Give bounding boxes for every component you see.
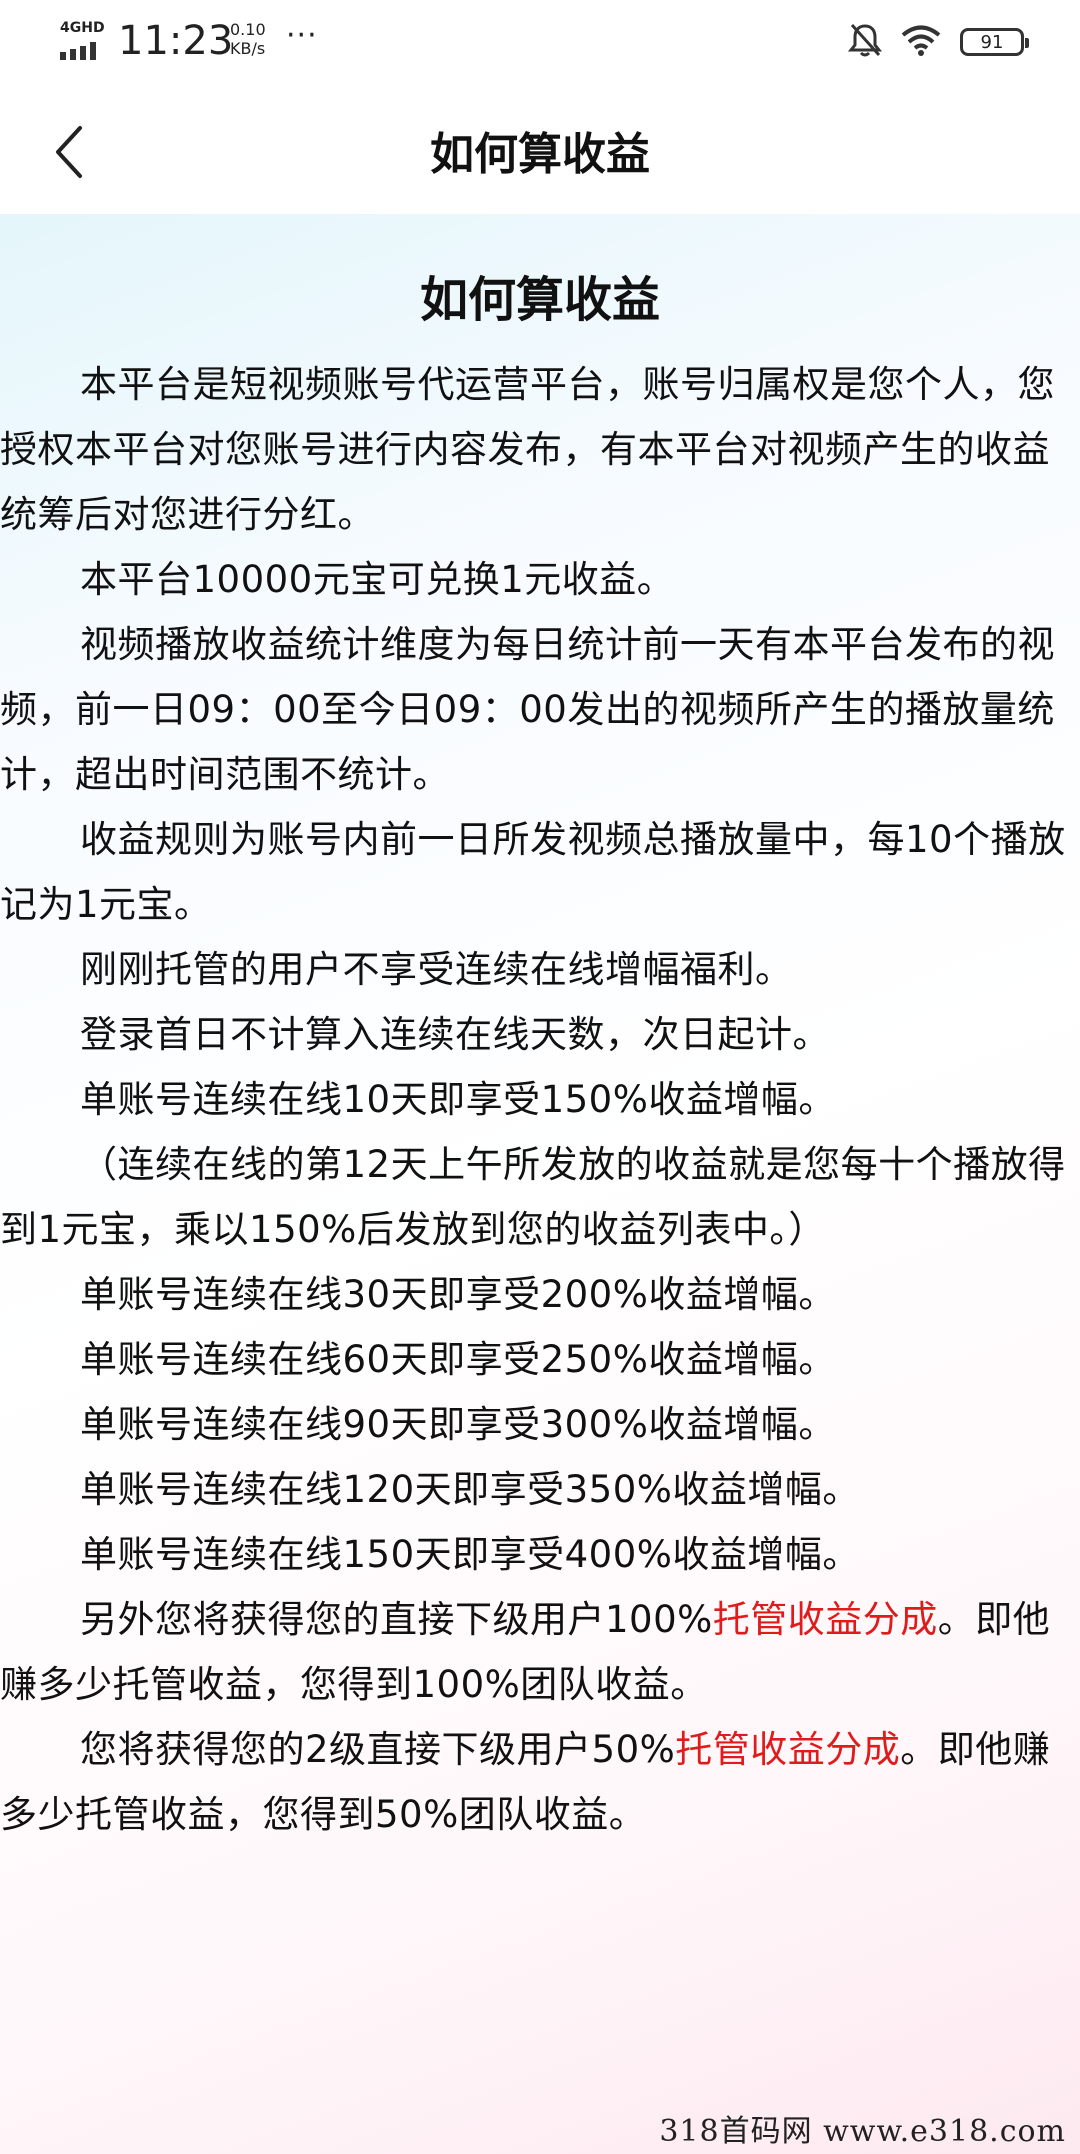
signal-icon: 4GHD [60,20,106,60]
mute-bell-icon [847,22,883,62]
paragraph: 单账号连续在线30天即享受200%收益增幅。 [80,1273,836,1316]
highlight-text: 托管收益分成 [712,1598,938,1641]
paragraph: 本平台是短视频账号代运营平台，账号归属权是您个人，您授权本平台对您账号进行内容发… [0,363,1055,536]
paragraph: （连续在线的第12天上午所发放的收益就是您每十个播放得到1元宝，乘以150%后发… [0,1143,1066,1251]
article-content[interactable]: 如何算收益 本平台是短视频账号代运营平台，账号归属权是您个人，您授权本平台对您账… [0,214,1080,2154]
paragraph: 本平台10000元宝可兑换1元收益。 [80,558,675,601]
paragraph: 单账号连续在线90天即享受300%收益增幅。 [80,1403,836,1446]
paragraph: 单账号连续在线60天即享受250%收益增幅。 [80,1338,836,1381]
paragraph: 单账号连续在线10天即享受150%收益增幅。 [80,1078,836,1121]
more-notifications-icon: ··· [286,18,318,53]
wifi-icon [900,24,942,60]
network-type: 4GHD [60,20,105,36]
battery-icon: 91 [960,28,1029,56]
status-bar: 4GHD 11:23 0.10 KB/s ··· 91 [0,0,1080,90]
network-speed: 0.10 KB/s [230,20,280,58]
paragraph: 视频播放收益统计维度为每日统计前一天有本平台发布的视频，前一日09：00至今日0… [0,623,1055,796]
paragraph: 单账号连续在线120天即享受350%收益增幅。 [80,1468,860,1511]
highlight-text: 托管收益分成 [675,1728,901,1771]
network-speed-unit: KB/s [230,39,266,58]
paragraph: 单账号连续在线150天即享受400%收益增幅。 [80,1533,860,1576]
paragraph-level2-share: 您将获得您的2级直接下级用户50%托管收益分成。即他赚多少托管收益，您得到50%… [0,1717,1080,1847]
paragraph-text: 另外您将获得您的直接下级用户100% [80,1598,713,1641]
paragraph: 刚刚托管的用户不享受连续在线增幅福利。 [80,948,793,991]
paragraph-text: 您将获得您的2级直接下级用户50% [80,1728,676,1771]
paragraph: 登录首日不计算入连续在线天数，次日起计。 [80,1013,830,1056]
paragraph-direct-share: 另外您将获得您的直接下级用户100%托管收益分成。即他赚多少托管收益，您得到10… [0,1587,1080,1717]
nav-bar: 如何算收益 [0,90,1080,214]
network-speed-value: 0.10 [230,20,266,39]
battery-level: 91 [980,31,1004,53]
article-body: 本平台是短视频账号代运营平台，账号归属权是您个人，您授权本平台对您账号进行内容发… [0,352,1080,1847]
status-icons: 91 [847,20,1029,64]
status-time: 11:23 [118,18,234,64]
paragraph: 收益规则为账号内前一日所发视频总播放量中，每10个播放记为1元宝。 [0,818,1066,926]
article-title: 如何算收益 [419,272,660,328]
watermark: 318首码网 www.e318.com [659,2114,1066,2149]
page-title: 如何算收益 [430,129,650,180]
